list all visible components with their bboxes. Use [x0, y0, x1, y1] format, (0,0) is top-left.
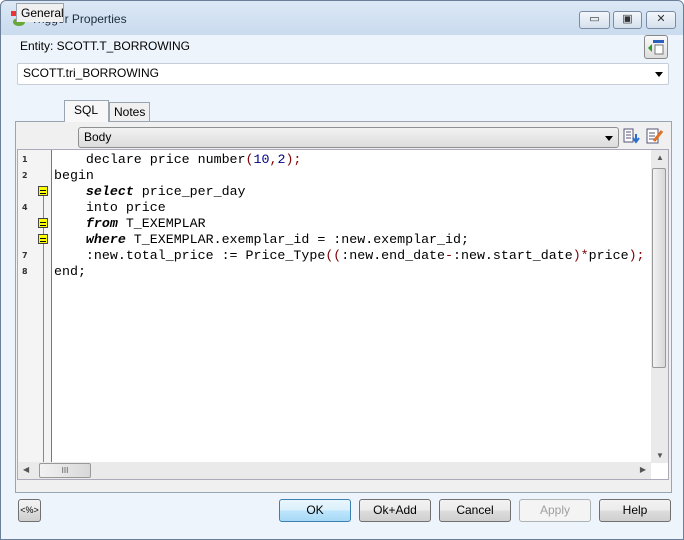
- code-token: ((: [325, 248, 342, 263]
- code-token: );: [628, 248, 645, 263]
- entity-label: Entity: SCOTT.T_BORROWING: [20, 39, 191, 53]
- trigger-select[interactable]: SCOTT.tri_BORROWING: [17, 63, 669, 85]
- properties-icon: [648, 40, 664, 55]
- chevron-down-icon: [655, 72, 663, 77]
- code-token: );: [285, 152, 302, 167]
- fold-marker-icon[interactable]: [38, 234, 48, 244]
- code-line: where T_EXEMPLAR.exemplar_id = :new.exem…: [54, 232, 645, 248]
- close-button[interactable]: ✕: [646, 11, 676, 29]
- line-number-gutter: 1 2 4 7 8: [18, 150, 52, 464]
- code-token: :new.total_price := Price_Type: [54, 248, 326, 263]
- line-number: 2: [22, 171, 28, 180]
- scroll-right-icon[interactable]: ▶: [640, 465, 646, 474]
- code-token: from: [85, 216, 118, 231]
- code-token: :new.end_date: [341, 248, 446, 263]
- sql-editor[interactable]: 1 2 4 7 8 declare price number(10,2); begin s…: [17, 149, 669, 480]
- code-line: from T_EXEMPLAR: [54, 216, 645, 232]
- help-button[interactable]: Help: [599, 499, 671, 522]
- code-token: declare price number: [54, 152, 246, 167]
- maximize-button[interactable]: ▣: [613, 11, 642, 29]
- fold-marker-icon[interactable]: [38, 186, 48, 196]
- code-token: (: [245, 152, 254, 167]
- scroll-down-icon[interactable]: ▼: [656, 451, 664, 460]
- code-token: into price: [54, 200, 166, 215]
- scroll-up-icon[interactable]: ▲: [656, 153, 664, 162]
- fold-marker-icon[interactable]: [38, 218, 48, 228]
- code-line: end;: [54, 264, 645, 280]
- tab-general[interactable]: General: [16, 3, 64, 22]
- properties-icon-button[interactable]: [644, 35, 668, 59]
- minimize-button[interactable]: ▭: [579, 11, 610, 29]
- apply-button[interactable]: Apply: [519, 499, 591, 522]
- horizontal-scrollbar[interactable]: ◀ III ▶: [18, 462, 651, 479]
- code-token: )*: [572, 248, 589, 263]
- code-token: :new.start_date: [453, 248, 573, 263]
- edit-icon[interactable]: [646, 127, 664, 145]
- section-select-value: Body: [84, 130, 112, 144]
- line-number: 1: [22, 155, 28, 164]
- tab-sql[interactable]: SQL: [64, 100, 109, 122]
- code-token: begin: [54, 168, 94, 183]
- ok-button[interactable]: OK: [279, 499, 351, 522]
- code-line: declare price number(10,2);: [54, 152, 645, 168]
- code-line: select price_per_day: [54, 184, 645, 200]
- code-line: :new.total_price := Price_Type((:new.end…: [54, 248, 645, 264]
- tab-notes[interactable]: Notes: [109, 102, 150, 121]
- scroll-left-icon[interactable]: ◀: [23, 465, 29, 474]
- code-token: price: [588, 248, 629, 263]
- code-token: where: [85, 232, 126, 247]
- horizontal-scroll-thumb[interactable]: III: [39, 463, 91, 478]
- vertical-scrollbar[interactable]: ▲ ▼: [651, 150, 668, 463]
- code-area[interactable]: declare price number(10,2); begin select …: [54, 152, 645, 280]
- line-number: 4: [22, 203, 28, 212]
- code-token: T_EXEMPLAR.exemplar_id = :new.exemplar_i…: [125, 232, 469, 247]
- import-icon[interactable]: [623, 128, 641, 146]
- vertical-scroll-thumb[interactable]: [652, 168, 666, 368]
- chevron-down-icon: [605, 136, 613, 141]
- ok-add-button[interactable]: Ok+Add: [359, 499, 431, 522]
- code-token: select: [85, 184, 134, 199]
- trigger-select-value: SCOTT.tri_BORROWING: [23, 66, 160, 80]
- code-token: end;: [54, 264, 86, 279]
- code-token: 10: [253, 152, 270, 167]
- code-token: T_EXEMPLAR: [117, 216, 206, 231]
- template-button[interactable]: <%>: [18, 499, 41, 522]
- code-line: into price: [54, 200, 645, 216]
- line-number: 8: [22, 267, 28, 276]
- code-token: price_per_day: [133, 184, 246, 199]
- section-select[interactable]: Body: [78, 127, 619, 148]
- code-token: -: [445, 248, 453, 263]
- cancel-button[interactable]: Cancel: [439, 499, 511, 522]
- trigger-properties-window: Trigger Properties ▭ ▣ ✕ Entity: SCOTT.T…: [0, 0, 684, 540]
- line-number: 7: [22, 251, 28, 260]
- code-line: begin: [54, 168, 645, 184]
